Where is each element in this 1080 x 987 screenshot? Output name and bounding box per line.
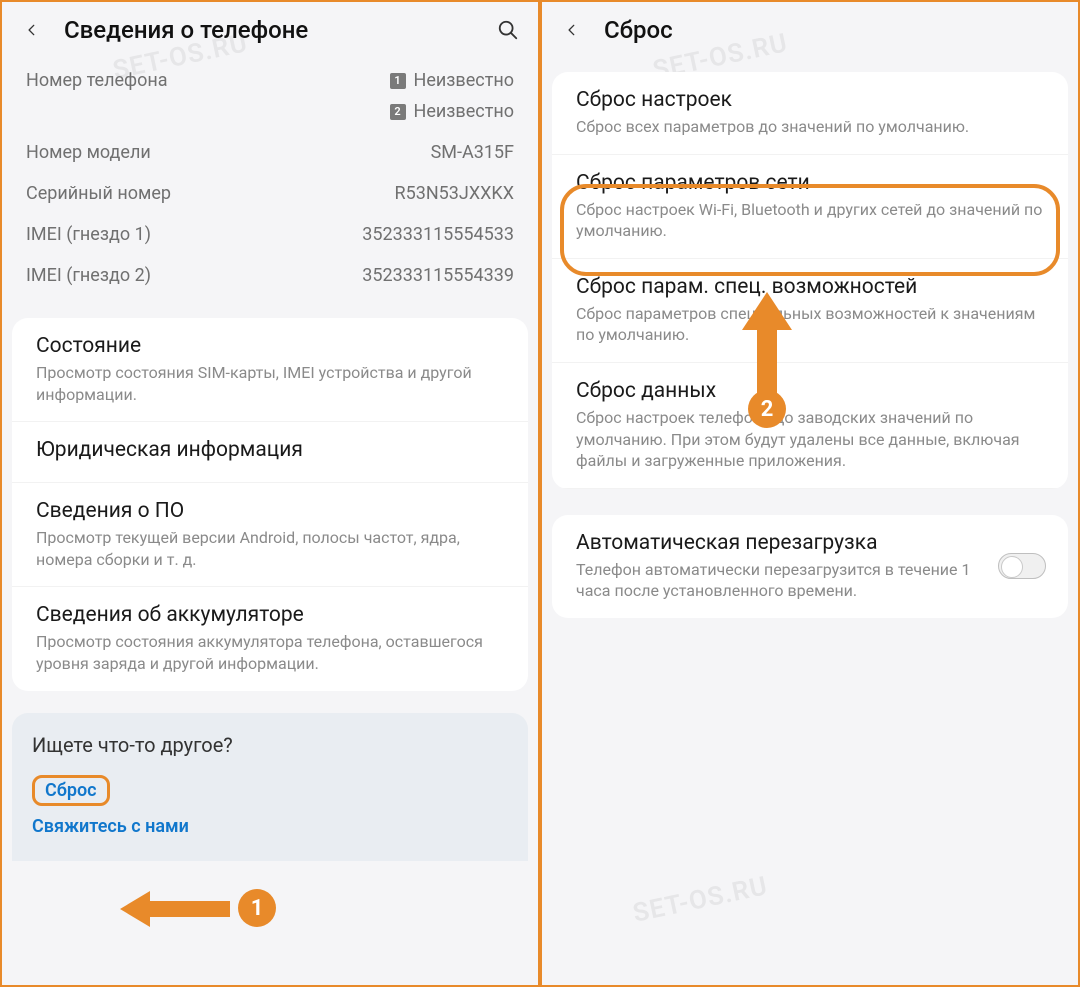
search-button[interactable] [494, 16, 522, 44]
imei1-label: IMEI (гнездо 1) [26, 224, 206, 245]
imei1-value: 352333115554533 [362, 224, 514, 245]
left-header: Сведения о телефоне [2, 2, 538, 54]
info-model: Номер модели SM-A315F [2, 132, 538, 173]
other-block: Ищете что-то другое? Сброс Свяжитесь с н… [12, 713, 528, 861]
info-serial: Серийный номер R53N53JXXKX [2, 173, 538, 214]
item-title: Сброс данных [576, 379, 1044, 403]
item-desc: Сброс настроек Wi-Fi, Bluetooth и других… [576, 199, 1044, 242]
chevron-left-icon [565, 19, 579, 41]
reset-link-highlight: Сброс [32, 775, 110, 806]
annotation-arrow-1 [120, 887, 230, 931]
watermark: SET-OS.RU [630, 871, 770, 929]
model-label: Номер модели [26, 142, 206, 163]
item-title: Сброс парам. спец. возможностей [576, 275, 1044, 299]
item-title: Юридическая информация [36, 438, 504, 462]
item-desc: Просмотр состояния SIM-карты, IMEI устро… [36, 362, 504, 405]
phone-sim2-value: Неизвестно [414, 101, 514, 122]
sim1-badge: 1 [390, 73, 406, 89]
page-title: Сброс [604, 16, 673, 44]
other-question: Ищете что-то другое? [32, 733, 508, 757]
item-status[interactable]: Состояние Просмотр состояния SIM-карты, … [12, 318, 528, 422]
item-battery[interactable]: Сведения об аккумуляторе Просмотр состоя… [12, 587, 528, 690]
item-title: Автоматическая перезагрузка [576, 531, 978, 555]
imei2-label: IMEI (гнездо 2) [26, 265, 206, 286]
annotation-badge-2: 2 [748, 390, 786, 428]
item-desc: Сброс настроек телефона до заводских зна… [576, 407, 1044, 472]
page-title: Сведения о телефоне [64, 16, 308, 44]
chevron-left-icon [25, 19, 39, 41]
item-title: Сведения об аккумуляторе [36, 603, 504, 627]
item-title: Сведения о ПО [36, 499, 504, 523]
item-auto-reboot[interactable]: Автоматическая перезагрузка Телефон авто… [552, 515, 1068, 618]
imei2-value: 352333115554339 [362, 265, 514, 286]
auto-reboot-toggle[interactable] [998, 553, 1046, 579]
annotation-badge-1: 1 [238, 889, 276, 927]
phone-sim1-value: Неизвестно [414, 70, 514, 91]
item-reset-network[interactable]: Сброс параметров сети Сброс настроек Wi-… [552, 155, 1068, 259]
serial-value: R53N53JXXKX [395, 183, 514, 204]
item-reset-settings[interactable]: Сброс настроек Сброс всех параметров до … [552, 72, 1068, 155]
info-imei2: IMEI (гнездо 2) 352333115554339 [2, 255, 538, 296]
back-button[interactable] [18, 16, 46, 44]
reset-link[interactable]: Сброс [45, 780, 97, 801]
item-title: Состояние [36, 334, 504, 358]
auto-reboot-card: Автоматическая перезагрузка Телефон авто… [552, 515, 1068, 618]
item-legal[interactable]: Юридическая информация [12, 422, 528, 483]
sim2-badge: 2 [390, 104, 406, 120]
model-value: SM-A315F [431, 142, 514, 163]
about-card: Состояние Просмотр состояния SIM-карты, … [12, 318, 528, 691]
item-desc: Сброс параметров специальных возможносте… [576, 303, 1044, 346]
info-imei1: IMEI (гнездо 1) 352333115554533 [2, 214, 538, 255]
serial-label: Серийный номер [26, 183, 206, 204]
contact-link[interactable]: Свяжитесь с нами [32, 816, 508, 837]
item-software[interactable]: Сведения о ПО Просмотр текущей версии An… [12, 483, 528, 587]
item-reset-data[interactable]: Сброс данных Сброс настроек телефона до … [552, 363, 1068, 489]
info-phone: Номер телефона 1 Неизвестно 2 Неизвестно [2, 60, 538, 132]
item-desc: Просмотр состояния аккумулятора телефона… [36, 631, 504, 674]
right-header: Сброс [542, 2, 1078, 54]
item-desc: Сброс всех параметров до значений по умо… [576, 116, 1044, 138]
search-icon [497, 19, 519, 41]
item-reset-accessibility[interactable]: Сброс парам. спец. возможностей Сброс па… [552, 259, 1068, 363]
item-title: Сброс настроек [576, 88, 1044, 112]
item-title: Сброс параметров сети [576, 171, 1044, 195]
about-info-block: Номер телефона 1 Неизвестно 2 Неизвестно Н… [2, 54, 538, 310]
phone-label: Номер телефона [26, 70, 206, 91]
item-desc: Просмотр текущей версии Android, полосы … [36, 527, 504, 570]
back-button[interactable] [558, 16, 586, 44]
item-desc: Телефон автоматически перезагрузится в т… [576, 559, 978, 602]
reset-card: Сброс настроек Сброс всех параметров до … [552, 72, 1068, 489]
